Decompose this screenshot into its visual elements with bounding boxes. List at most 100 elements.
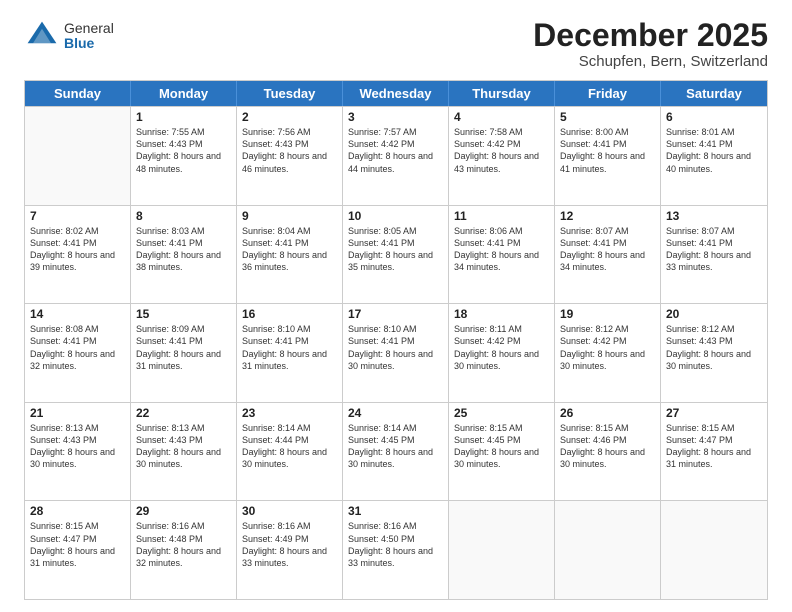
cal-header-tuesday: Tuesday <box>237 81 343 106</box>
cell-day-number: 1 <box>136 110 231 124</box>
cal-cell: 15Sunrise: 8:09 AM Sunset: 4:41 PM Dayli… <box>131 304 237 402</box>
cell-day-number: 17 <box>348 307 443 321</box>
cell-info: Sunrise: 8:15 AM Sunset: 4:47 PM Dayligh… <box>666 422 762 471</box>
cal-cell: 14 Sunrise: 8:08 AM Sunset: 4:41 PM Dayli… <box>25 304 131 402</box>
cell-info: Sunrise: 8:13 AM Sunset: 4:43 PM Dayligh… <box>136 422 231 471</box>
cell-info: Sunrise: 8:07 AM Sunset: 4:41 PM Dayligh… <box>666 225 762 274</box>
cal-cell: 30 Sunrise: 8:16 AM Sunset: 4:49 PM Dayli… <box>237 501 343 599</box>
cell-day-number: 19 <box>560 307 655 321</box>
cell-day-number: 28 <box>30 504 125 518</box>
cell-info: Sunrise: 8:07 AM Sunset: 4:41 PM Dayligh… <box>560 225 655 274</box>
cell-day-number: 9 <box>242 209 337 223</box>
month-title: December 2025 <box>533 18 768 53</box>
cal-cell: 12 Sunrise: 8:07 AM Sunset: 4:41 PM Dayli… <box>555 206 661 304</box>
cell-day-number: 2 <box>242 110 337 124</box>
cell-day-number: 12 <box>560 209 655 223</box>
cal-cell: 27 Sunrise: 8:15 AM Sunset: 4:47 PM Dayli… <box>661 403 767 501</box>
cal-cell: 8Sunrise: 8:03 AM Sunset: 4:41 PM Daylig… <box>131 206 237 304</box>
cal-week-3: 14 Sunrise: 8:08 AM Sunset: 4:41 PM Dayli… <box>25 303 767 402</box>
cell-info: Sunrise: 8:01 AM Sunset: 4:41 PM Dayligh… <box>666 126 762 175</box>
cal-header-sunday: Sunday <box>25 81 131 106</box>
cell-info: Sunrise: 8:10 AM Sunset: 4:41 PM Dayligh… <box>348 323 443 372</box>
cell-info: Sunrise: 8:11 AM Sunset: 4:42 PM Dayligh… <box>454 323 549 372</box>
cell-day-number: 6 <box>666 110 762 124</box>
cell-info: Sunrise: 7:56 AM Sunset: 4:43 PM Dayligh… <box>242 126 337 175</box>
logo: General Blue <box>24 18 114 54</box>
cal-cell <box>555 501 661 599</box>
cell-info: Sunrise: 8:13 AM Sunset: 4:43 PM Dayligh… <box>30 422 125 471</box>
cell-day-number: 30 <box>242 504 337 518</box>
cal-cell: 10 Sunrise: 8:05 AM Sunset: 4:41 PM Dayli… <box>343 206 449 304</box>
cell-day-number: 29 <box>136 504 231 518</box>
cell-info: Sunrise: 8:04 AM Sunset: 4:41 PM Dayligh… <box>242 225 337 274</box>
logo-icon <box>24 18 60 54</box>
cal-cell: 26Sunrise: 8:15 AM Sunset: 4:46 PM Dayli… <box>555 403 661 501</box>
cal-header-saturday: Saturday <box>661 81 767 106</box>
cal-header-monday: Monday <box>131 81 237 106</box>
cal-week-4: 21 Sunrise: 8:13 AM Sunset: 4:43 PM Dayli… <box>25 402 767 501</box>
cal-cell: 18 Sunrise: 8:11 AM Sunset: 4:42 PM Dayli… <box>449 304 555 402</box>
cal-cell: 20Sunrise: 8:12 AM Sunset: 4:43 PM Dayli… <box>661 304 767 402</box>
cell-info: Sunrise: 8:12 AM Sunset: 4:42 PM Dayligh… <box>560 323 655 372</box>
cal-cell: 7 Sunrise: 8:02 AM Sunset: 4:41 PM Daylig… <box>25 206 131 304</box>
cal-header-friday: Friday <box>555 81 661 106</box>
cell-info: Sunrise: 8:02 AM Sunset: 4:41 PM Dayligh… <box>30 225 125 274</box>
cal-cell: 24Sunrise: 8:14 AM Sunset: 4:45 PM Dayli… <box>343 403 449 501</box>
logo-general: General <box>64 21 114 36</box>
cal-cell: 2 Sunrise: 7:56 AM Sunset: 4:43 PM Daylig… <box>237 107 343 205</box>
cal-cell: 31 Sunrise: 8:16 AM Sunset: 4:50 PM Dayli… <box>343 501 449 599</box>
cell-info: Sunrise: 8:05 AM Sunset: 4:41 PM Dayligh… <box>348 225 443 274</box>
cal-week-2: 7 Sunrise: 8:02 AM Sunset: 4:41 PM Daylig… <box>25 205 767 304</box>
header: General Blue December 2025 Schupfen, Ber… <box>24 18 768 70</box>
cell-info: Sunrise: 8:08 AM Sunset: 4:41 PM Dayligh… <box>30 323 125 372</box>
cal-cell <box>25 107 131 205</box>
cal-cell <box>449 501 555 599</box>
cell-day-number: 4 <box>454 110 549 124</box>
cell-day-number: 14 <box>30 307 125 321</box>
cal-cell: 11 Sunrise: 8:06 AM Sunset: 4:41 PM Dayli… <box>449 206 555 304</box>
cell-day-number: 27 <box>666 406 762 420</box>
cell-day-number: 18 <box>454 307 549 321</box>
cal-cell: 1Sunrise: 7:55 AM Sunset: 4:43 PM Daylig… <box>131 107 237 205</box>
cal-cell: 19 Sunrise: 8:12 AM Sunset: 4:42 PM Dayli… <box>555 304 661 402</box>
cal-cell: 17 Sunrise: 8:10 AM Sunset: 4:41 PM Dayli… <box>343 304 449 402</box>
cal-cell: 6 Sunrise: 8:01 AM Sunset: 4:41 PM Daylig… <box>661 107 767 205</box>
cal-cell: 28Sunrise: 8:15 AM Sunset: 4:47 PM Dayli… <box>25 501 131 599</box>
cal-header-thursday: Thursday <box>449 81 555 106</box>
cal-cell: 9 Sunrise: 8:04 AM Sunset: 4:41 PM Daylig… <box>237 206 343 304</box>
cell-day-number: 7 <box>30 209 125 223</box>
cal-cell: 13Sunrise: 8:07 AM Sunset: 4:41 PM Dayli… <box>661 206 767 304</box>
cell-day-number: 23 <box>242 406 337 420</box>
cell-day-number: 22 <box>136 406 231 420</box>
cell-info: Sunrise: 8:16 AM Sunset: 4:50 PM Dayligh… <box>348 520 443 569</box>
cell-day-number: 21 <box>30 406 125 420</box>
cell-day-number: 26 <box>560 406 655 420</box>
cal-week-5: 28Sunrise: 8:15 AM Sunset: 4:47 PM Dayli… <box>25 500 767 599</box>
cell-day-number: 5 <box>560 110 655 124</box>
cal-header-wednesday: Wednesday <box>343 81 449 106</box>
cal-cell: 22 Sunrise: 8:13 AM Sunset: 4:43 PM Dayli… <box>131 403 237 501</box>
cell-day-number: 31 <box>348 504 443 518</box>
cell-info: Sunrise: 8:16 AM Sunset: 4:49 PM Dayligh… <box>242 520 337 569</box>
cal-cell: 29Sunrise: 8:16 AM Sunset: 4:48 PM Dayli… <box>131 501 237 599</box>
cell-day-number: 8 <box>136 209 231 223</box>
calendar-body: 1Sunrise: 7:55 AM Sunset: 4:43 PM Daylig… <box>25 106 767 599</box>
cal-week-1: 1Sunrise: 7:55 AM Sunset: 4:43 PM Daylig… <box>25 106 767 205</box>
cell-info: Sunrise: 8:15 AM Sunset: 4:45 PM Dayligh… <box>454 422 549 471</box>
cell-day-number: 11 <box>454 209 549 223</box>
cell-day-number: 3 <box>348 110 443 124</box>
page: General Blue December 2025 Schupfen, Ber… <box>0 0 792 612</box>
logo-blue: Blue <box>64 36 114 51</box>
logo-text: General Blue <box>64 21 114 52</box>
cal-cell: 25Sunrise: 8:15 AM Sunset: 4:45 PM Dayli… <box>449 403 555 501</box>
cell-day-number: 16 <box>242 307 337 321</box>
cal-cell <box>661 501 767 599</box>
cal-cell: 5 Sunrise: 8:00 AM Sunset: 4:41 PM Daylig… <box>555 107 661 205</box>
cell-day-number: 15 <box>136 307 231 321</box>
cell-info: Sunrise: 7:57 AM Sunset: 4:42 PM Dayligh… <box>348 126 443 175</box>
calendar: SundayMondayTuesdayWednesdayThursdayFrid… <box>24 80 768 600</box>
cell-info: Sunrise: 8:06 AM Sunset: 4:41 PM Dayligh… <box>454 225 549 274</box>
cell-info: Sunrise: 8:00 AM Sunset: 4:41 PM Dayligh… <box>560 126 655 175</box>
cell-day-number: 10 <box>348 209 443 223</box>
cell-day-number: 20 <box>666 307 762 321</box>
